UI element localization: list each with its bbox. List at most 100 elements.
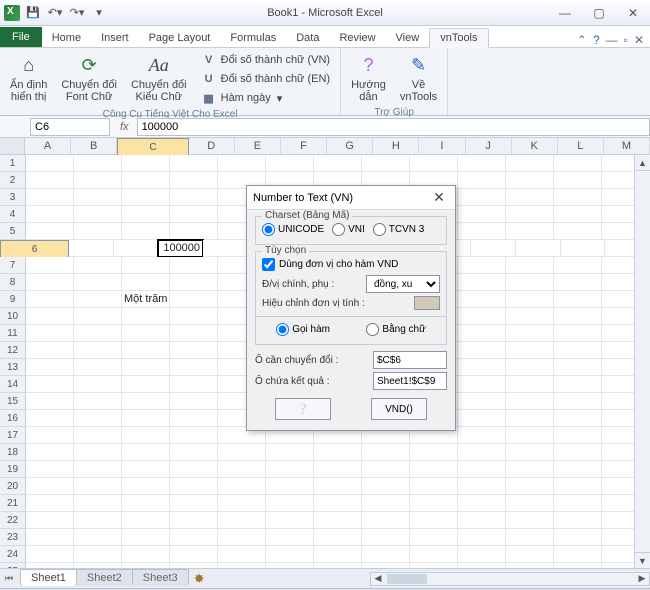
cell-D1[interactable]	[170, 155, 218, 172]
row-header-10[interactable]: 10	[0, 308, 26, 325]
cell-A14[interactable]	[26, 376, 74, 393]
cell-B19[interactable]	[74, 461, 122, 478]
cell-E18[interactable]	[218, 444, 266, 461]
cell-B2[interactable]	[74, 172, 122, 189]
btn-convert-font[interactable]: ⟳Chuyển đổi Font Chữ	[57, 51, 121, 107]
cell-I20[interactable]	[410, 478, 458, 495]
cell-L21[interactable]	[554, 495, 602, 512]
cell-L2[interactable]	[554, 172, 602, 189]
cell-J11[interactable]	[458, 325, 506, 342]
doc-restore-icon[interactable]: ▫	[624, 33, 628, 47]
cell-K7[interactable]	[506, 257, 554, 274]
col-header-D[interactable]: D	[189, 138, 235, 154]
dialog-ok-button[interactable]: VND()	[371, 398, 427, 420]
minimize-button[interactable]: —	[548, 3, 582, 23]
cell-L14[interactable]	[554, 376, 602, 393]
row-header-8[interactable]: 8	[0, 274, 26, 291]
btn-convert-case[interactable]: AaChuyển đổi Kiểu Chữ	[127, 51, 191, 107]
cell-K16[interactable]	[506, 410, 554, 427]
suffix-swatch[interactable]	[414, 296, 440, 310]
cell-B3[interactable]	[74, 189, 122, 206]
cell-C19[interactable]	[122, 461, 170, 478]
cell-D3[interactable]	[170, 189, 218, 206]
cell-J15[interactable]	[458, 393, 506, 410]
formula-input[interactable]: 100000	[137, 118, 650, 136]
btn-num2text-vn[interactable]: VĐổi số thành chữ (VN)	[197, 51, 334, 69]
cell-C3[interactable]	[122, 189, 170, 206]
cell-L10[interactable]	[554, 308, 602, 325]
cell-A11[interactable]	[26, 325, 74, 342]
dialog-help-button[interactable]: ❔	[275, 398, 331, 420]
cell-D5[interactable]	[170, 223, 218, 240]
cell-F18[interactable]	[266, 444, 314, 461]
cell-B16[interactable]	[74, 410, 122, 427]
col-header-K[interactable]: K	[512, 138, 558, 154]
cell-D21[interactable]	[170, 495, 218, 512]
row-header-21[interactable]: 21	[0, 495, 26, 512]
cell-B15[interactable]	[74, 393, 122, 410]
cell-A24[interactable]	[26, 546, 74, 563]
scroll-down-icon[interactable]: ▼	[635, 552, 650, 568]
cell-B5[interactable]	[74, 223, 122, 240]
cell-K14[interactable]	[506, 376, 554, 393]
cell-C4[interactable]	[122, 206, 170, 223]
cell-C9[interactable]: Một trăm ngàn đồng	[122, 291, 170, 308]
cell-K15[interactable]	[506, 393, 554, 410]
cell-K18[interactable]	[506, 444, 554, 461]
cell-D2[interactable]	[170, 172, 218, 189]
col-header-C[interactable]: C	[117, 138, 188, 156]
col-header-I[interactable]: I	[419, 138, 465, 154]
cell-E22[interactable]	[218, 512, 266, 529]
cell-K24[interactable]	[506, 546, 554, 563]
row-header-4[interactable]: 4	[0, 206, 26, 223]
cell-L9[interactable]	[554, 291, 602, 308]
col-header-M[interactable]: M	[604, 138, 650, 154]
tab-review[interactable]: Review	[329, 29, 385, 47]
cell-E23[interactable]	[218, 529, 266, 546]
cell-A2[interactable]	[26, 172, 74, 189]
cell-C20[interactable]	[122, 478, 170, 495]
cell-D13[interactable]	[170, 359, 218, 376]
cell-C15[interactable]	[122, 393, 170, 410]
cell-F20[interactable]	[266, 478, 314, 495]
cell-F23[interactable]	[266, 529, 314, 546]
cell-K2[interactable]	[506, 172, 554, 189]
row-header-23[interactable]: 23	[0, 529, 26, 546]
cell-J23[interactable]	[458, 529, 506, 546]
cell-K12[interactable]	[506, 342, 554, 359]
scroll-up-icon[interactable]: ▲	[635, 155, 650, 171]
cell-A5[interactable]	[26, 223, 74, 240]
cell-D10[interactable]	[170, 308, 218, 325]
row-header-18[interactable]: 18	[0, 444, 26, 461]
cell-I18[interactable]	[410, 444, 458, 461]
cell-H18[interactable]	[362, 444, 410, 461]
cell-A22[interactable]	[26, 512, 74, 529]
cell-A10[interactable]	[26, 308, 74, 325]
cell-H20[interactable]	[362, 478, 410, 495]
cell-I21[interactable]	[410, 495, 458, 512]
col-header-F[interactable]: F	[281, 138, 327, 154]
btn-about[interactable]: ✎Về vnTools	[396, 51, 441, 105]
cell-B6[interactable]	[114, 240, 159, 257]
checkbox-use-unit[interactable]: Dùng đơn vị cho hàm VND	[262, 258, 440, 271]
row-header-13[interactable]: 13	[0, 359, 26, 376]
cell-A16[interactable]	[26, 410, 74, 427]
row-header-9[interactable]: 9	[0, 291, 26, 308]
cell-F1[interactable]	[266, 155, 314, 172]
cell-A7[interactable]	[26, 257, 74, 274]
cell-K3[interactable]	[506, 189, 554, 206]
cell-K20[interactable]	[506, 478, 554, 495]
cell-C17[interactable]	[122, 427, 170, 444]
cell-D4[interactable]	[170, 206, 218, 223]
cell-F21[interactable]	[266, 495, 314, 512]
cell-B22[interactable]	[74, 512, 122, 529]
cell-K13[interactable]	[506, 359, 554, 376]
cell-H22[interactable]	[362, 512, 410, 529]
tab-view[interactable]: View	[386, 29, 430, 47]
tab-formulas[interactable]: Formulas	[220, 29, 286, 47]
cell-D15[interactable]	[170, 393, 218, 410]
row-header-24[interactable]: 24	[0, 546, 26, 563]
cell-K4[interactable]	[506, 206, 554, 223]
cell-G20[interactable]	[314, 478, 362, 495]
cell-B10[interactable]	[74, 308, 122, 325]
